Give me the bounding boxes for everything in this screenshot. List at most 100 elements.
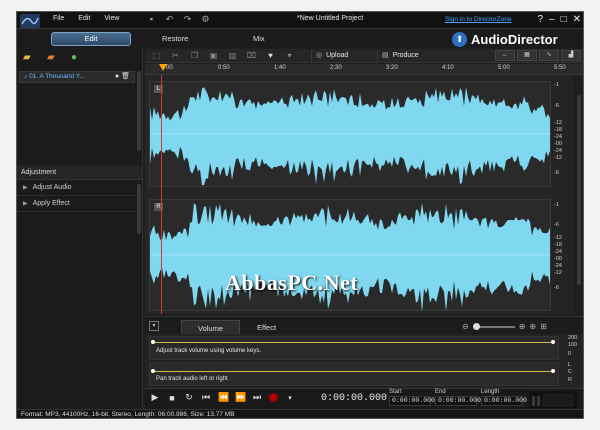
minimize-icon[interactable]: – bbox=[549, 13, 555, 26]
db-label: -12 bbox=[554, 235, 562, 241]
length-value[interactable]: 0:00:00.000 bbox=[481, 396, 527, 406]
stop-icon[interactable]: ■ bbox=[167, 393, 177, 403]
trash-icon[interactable]: ▥ bbox=[227, 51, 238, 61]
tab-effect[interactable]: Effect bbox=[241, 320, 292, 335]
tick-label: 3:20 bbox=[386, 65, 398, 71]
menu-view[interactable]: View bbox=[104, 15, 119, 22]
marker-icon[interactable]: ♥ bbox=[265, 51, 276, 61]
scale-label: L bbox=[568, 362, 572, 368]
length-label: Length bbox=[481, 389, 500, 395]
upload-button[interactable]: ◎ Upload bbox=[311, 50, 356, 62]
produce-button[interactable]: ▤ Produce bbox=[377, 50, 427, 62]
app-logo-icon bbox=[20, 14, 40, 28]
save-icon[interactable]: ▪ bbox=[146, 14, 157, 24]
import-folder-icon[interactable]: ▰ bbox=[23, 52, 37, 63]
scale-label: 200 bbox=[568, 335, 578, 341]
left-channel[interactable]: L bbox=[149, 81, 551, 187]
view-spectrum-icon[interactable]: ▟ bbox=[561, 50, 581, 61]
copy-icon[interactable]: ❐ bbox=[189, 51, 200, 61]
globe-icon[interactable]: ● bbox=[71, 52, 85, 63]
quick-toolbar: ▪ ↶ ↷ ⚙ bbox=[146, 14, 211, 24]
delete-track-icon[interactable]: 🗑 bbox=[121, 73, 130, 80]
volume-key-start[interactable] bbox=[151, 340, 155, 344]
volume-key-end[interactable] bbox=[551, 340, 555, 344]
end-value[interactable]: 0:00:00.000 bbox=[435, 396, 481, 406]
view-buttons: ↔ ▦ ∿ ▟ bbox=[495, 50, 581, 61]
undo-icon[interactable]: ↶ bbox=[164, 14, 175, 24]
dropdown-icon[interactable]: ▾ bbox=[284, 51, 295, 61]
produce-icon: ▤ bbox=[382, 52, 389, 59]
loop-icon[interactable]: ↻ bbox=[184, 392, 194, 403]
record-dropdown-icon[interactable]: ▾ bbox=[285, 394, 295, 402]
view-waveform-icon[interactable]: ∿ bbox=[539, 50, 559, 61]
pan-key-start[interactable] bbox=[151, 369, 155, 373]
volume-hint: Adjust track volume using volume keys. bbox=[156, 348, 262, 354]
mode-mix-button[interactable]: Mix bbox=[253, 34, 265, 43]
length-time: Length 0:00:00.000 bbox=[481, 389, 527, 406]
zoom-slider[interactable] bbox=[472, 322, 515, 330]
play-icon[interactable]: ▶ bbox=[150, 392, 160, 403]
track-name: 01. A Thousand Y... bbox=[29, 73, 85, 80]
db-label: -00 bbox=[554, 256, 562, 262]
zoom-fit-icon[interactable]: ⊕ bbox=[529, 322, 536, 331]
import-media-icon[interactable]: ▰ bbox=[47, 52, 61, 63]
view-spectral-icon[interactable]: ▦ bbox=[517, 50, 537, 61]
db-label: -24 bbox=[554, 263, 562, 269]
vertical-scrollbar[interactable] bbox=[573, 75, 583, 314]
play-track-icon[interactable]: ● bbox=[115, 73, 119, 80]
scroll-thumb[interactable] bbox=[577, 95, 581, 285]
library-scrollbar[interactable] bbox=[137, 71, 141, 151]
zoom-slider-knob[interactable] bbox=[472, 322, 480, 330]
next-icon[interactable]: ⏭ bbox=[252, 392, 262, 403]
playhead-line[interactable] bbox=[161, 75, 162, 314]
rewind-icon[interactable]: ⏪ bbox=[218, 392, 229, 403]
window-controls: ? – □ ✕ bbox=[537, 13, 581, 26]
start-value[interactable]: 0:00:00.000 bbox=[389, 396, 435, 406]
expand-arrow-icon: ▶ bbox=[23, 201, 28, 207]
mode-edit-button[interactable]: Edit bbox=[51, 32, 131, 46]
adjust-audio-item[interactable]: ▶ Adjust Audio bbox=[17, 180, 142, 196]
gear-icon[interactable]: ⚙ bbox=[200, 14, 211, 24]
pan-envelope[interactable]: Pan track audio left or right bbox=[149, 362, 559, 386]
record-icon[interactable] bbox=[269, 393, 278, 402]
brand: ⬆ AudioDirector bbox=[452, 30, 558, 48]
transport-buttons: ▶ ■ ↻ ⏮ ⏪ ⏩ ⏭ ▾ bbox=[150, 392, 295, 403]
previous-icon[interactable]: ⏮ bbox=[201, 392, 211, 403]
pan-key-end[interactable] bbox=[551, 369, 555, 373]
selection-icon[interactable]: ⬚ bbox=[151, 51, 162, 61]
mode-bar: Edit Restore Mix ⬆ AudioDirector bbox=[17, 30, 583, 48]
scale-label: 0 bbox=[568, 351, 572, 357]
fast-forward-icon[interactable]: ⏩ bbox=[235, 392, 246, 403]
cut-icon[interactable]: ✂ bbox=[170, 51, 181, 61]
menu-edit[interactable]: Edit bbox=[78, 15, 90, 22]
close-icon[interactable]: ✕ bbox=[573, 13, 581, 26]
view-fit-icon[interactable]: ↔ bbox=[495, 50, 515, 61]
adjustment-scrollbar[interactable] bbox=[137, 184, 141, 234]
brand-logo-icon: ⬆ bbox=[452, 31, 467, 47]
maximize-icon[interactable]: □ bbox=[561, 13, 567, 26]
collapse-icon[interactable]: ▾ bbox=[149, 321, 159, 331]
db-label: -18 bbox=[554, 242, 562, 248]
db-label: -24 bbox=[554, 134, 562, 140]
apply-effect-item[interactable]: ▶ Apply Effect bbox=[17, 196, 142, 212]
signin-link[interactable]: Sign in to DirectorZone bbox=[445, 16, 511, 23]
menu-file[interactable]: File bbox=[53, 15, 64, 22]
zoom-out-icon[interactable]: ⊖ bbox=[462, 322, 469, 331]
tick-label: 5:00 bbox=[498, 65, 510, 71]
paste-icon[interactable]: ▣ bbox=[208, 51, 219, 61]
volume-envelope[interactable]: Adjust track volume using volume keys. bbox=[149, 336, 559, 360]
trim-icon[interactable]: ⌧ bbox=[246, 51, 257, 61]
tab-volume[interactable]: Volume bbox=[181, 320, 241, 335]
db-label: -12 bbox=[554, 155, 562, 161]
library-track-item[interactable]: ♪ 01. A Thousand Y... ● 🗑 bbox=[19, 71, 135, 83]
db-label: -1 bbox=[554, 82, 559, 88]
redo-icon[interactable]: ↷ bbox=[182, 14, 193, 24]
volume-envelope-line[interactable] bbox=[152, 342, 552, 343]
mode-restore-button[interactable]: Restore bbox=[162, 34, 188, 43]
timeline-ruler[interactable]: 00 0:50 1:40 2:30 3:20 4:10 5:00 5:50 bbox=[145, 64, 583, 75]
zoom-in-icon[interactable]: ⊕ bbox=[519, 322, 526, 331]
help-icon[interactable]: ? bbox=[537, 13, 543, 26]
scale-label: R bbox=[568, 377, 572, 383]
zoom-selection-icon[interactable]: ⊞ bbox=[540, 322, 547, 331]
pan-envelope-line[interactable] bbox=[152, 371, 552, 372]
